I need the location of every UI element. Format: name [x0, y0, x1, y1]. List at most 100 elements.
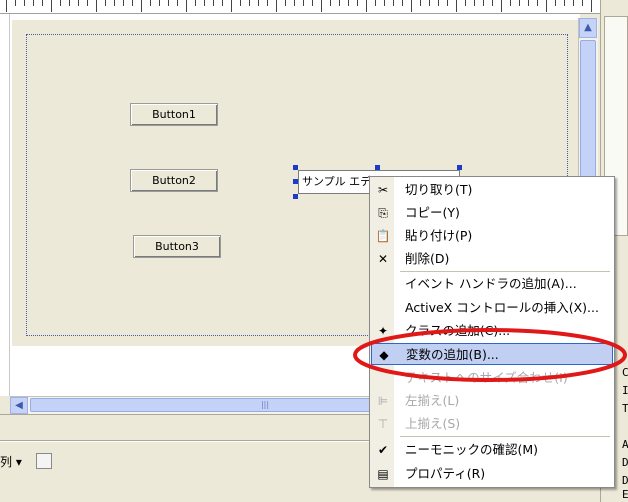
context-menu-item[interactable]: ✦ クラスの追加(C)... [371, 320, 613, 342]
ruler-tick [267, 0, 268, 6]
ruler-tick [60, 0, 61, 6]
right-panel-text: I [622, 384, 628, 397]
context-menu-item-label: 上揃え(S) [405, 416, 461, 431]
right-panel-text: D [622, 456, 628, 469]
ruler-tick [537, 0, 538, 6]
ruler-tick [546, 0, 547, 12]
ruler-tick [465, 0, 466, 6]
ruler-tick [402, 0, 403, 6]
add-class-icon: ✦ [377, 324, 389, 338]
selection-handle[interactable] [375, 165, 380, 170]
context-menu-item-label: イベント ハンドラの追加(A)... [405, 276, 577, 291]
toolbar-tool-icon[interactable] [36, 453, 52, 469]
ruler-tick [555, 0, 556, 6]
ruler-tick [429, 0, 430, 6]
ruler-tick [438, 0, 439, 6]
context-menu-item[interactable]: ▤ プロパティ(R) [371, 463, 613, 485]
check-mnemonic-icon: ✔ [377, 443, 389, 457]
ruler-tick [375, 0, 376, 6]
scissors-icon: ✂ [377, 183, 389, 197]
ruler-tick [159, 0, 160, 6]
ruler-tick [357, 0, 358, 6]
align-left-icon: ⊫ [377, 394, 389, 408]
context-menu-item[interactable]: 📋 貼り付け(P) [371, 225, 613, 247]
ruler-tick [330, 0, 331, 6]
ruler-tick [294, 0, 295, 6]
context-menu-item[interactable]: ✕ 削除(D) [371, 248, 613, 270]
ruler-tick [231, 0, 232, 12]
selection-handle[interactable] [293, 179, 298, 184]
context-menu-item-label: プロパティ(R) [405, 466, 486, 481]
ruler-tick [6, 0, 7, 12]
context-menu-item: ⊤ 上揃え(S) [371, 413, 613, 435]
ruler-tick [492, 0, 493, 6]
context-menu-item[interactable]: イベント ハンドラの追加(A)... [371, 273, 613, 295]
ruler-tick [114, 0, 115, 6]
ruler-tick [177, 0, 178, 6]
context-menu-item-label: 削除(D) [405, 251, 450, 266]
button2-control[interactable]: Button2 [130, 169, 218, 192]
selection-handle[interactable] [293, 165, 298, 170]
ruler-tick [69, 0, 70, 6]
menu-separator [400, 271, 610, 272]
context-menu-item-label: 変数の追加(B)... [406, 347, 499, 362]
align-top-icon: ⊤ [377, 417, 389, 431]
button3-control[interactable]: Button3 [133, 235, 221, 258]
context-menu-item[interactable]: ✔ ニーモニックの確認(M) [371, 439, 613, 461]
ruler-tick [312, 0, 313, 6]
ruler-tick [195, 0, 196, 6]
ruler-tick [510, 0, 511, 6]
ruler-tick [15, 0, 16, 6]
ruler-tick [87, 0, 88, 6]
ruler-tick [222, 0, 223, 6]
ruler-tick [519, 0, 520, 6]
ruler-tick [105, 0, 106, 6]
context-menu-item[interactable]: ✂ 切り取り(T) [371, 179, 613, 201]
context-menu-item-label: 切り取り(T) [405, 182, 473, 197]
context-menu-item-label: 貼り付け(P) [405, 228, 473, 243]
ruler-tick [213, 0, 214, 6]
ruler-tick [582, 0, 583, 6]
ruler-tick [249, 0, 250, 6]
ruler-tick [42, 0, 43, 6]
delete-icon: ✕ [377, 252, 389, 266]
context-menu-item-label: ActiveX コントロールの挿入(X)... [405, 300, 599, 315]
context-menu-item-label: コピー(Y) [405, 205, 460, 220]
ruler-tick [51, 0, 52, 12]
scroll-up-arrow-icon[interactable]: ▲ [579, 18, 597, 38]
right-panel-text: T [622, 402, 628, 415]
context-menu-item: ⊫ 左揃え(L) [371, 390, 613, 412]
ruler-tick [339, 0, 340, 6]
ruler-tick [447, 0, 448, 6]
context-menu-item[interactable]: ⎘ コピー(Y) [371, 202, 613, 224]
context-menu-item-label: 左揃え(L) [405, 393, 460, 408]
context-menu-item: テキストへのサイズ合わせ(I) [371, 367, 613, 389]
properties-icon: ▤ [377, 467, 389, 481]
right-panel-text: A [622, 438, 628, 451]
ruler-tick [501, 0, 502, 12]
ruler-tick [303, 0, 304, 6]
ruler-tick [456, 0, 457, 12]
ruler-tick [132, 0, 133, 6]
ruler-tick [24, 0, 25, 6]
selection-handle[interactable] [293, 194, 298, 199]
copy-icon: ⎘ [378, 206, 388, 220]
left-ruler [0, 14, 10, 396]
button1-control[interactable]: Button1 [130, 103, 218, 126]
ruler-tick [366, 0, 367, 12]
selection-handle[interactable] [457, 165, 462, 170]
context-menu-item-label: クラスの追加(C)... [405, 323, 511, 338]
context-menu-item[interactable]: ◆ 変数の追加(B)... [371, 343, 613, 365]
ruler-tick [411, 0, 412, 12]
ruler-tick [204, 0, 205, 6]
context-menu-item[interactable]: ActiveX コントロールの挿入(X)... [371, 297, 613, 319]
context-menu-item-label: テキストへのサイズ合わせ(I) [405, 370, 568, 385]
layout-dropdown[interactable]: 列 ▾ [0, 452, 30, 472]
ruler-tick [150, 0, 151, 6]
ruler-tick [573, 0, 574, 6]
ruler-tick [186, 0, 187, 12]
paste-icon: 📋 [375, 229, 391, 243]
ruler-tick [33, 0, 34, 6]
ruler-tick [321, 0, 322, 12]
scroll-left-arrow-icon[interactable]: ◀ [10, 397, 28, 414]
